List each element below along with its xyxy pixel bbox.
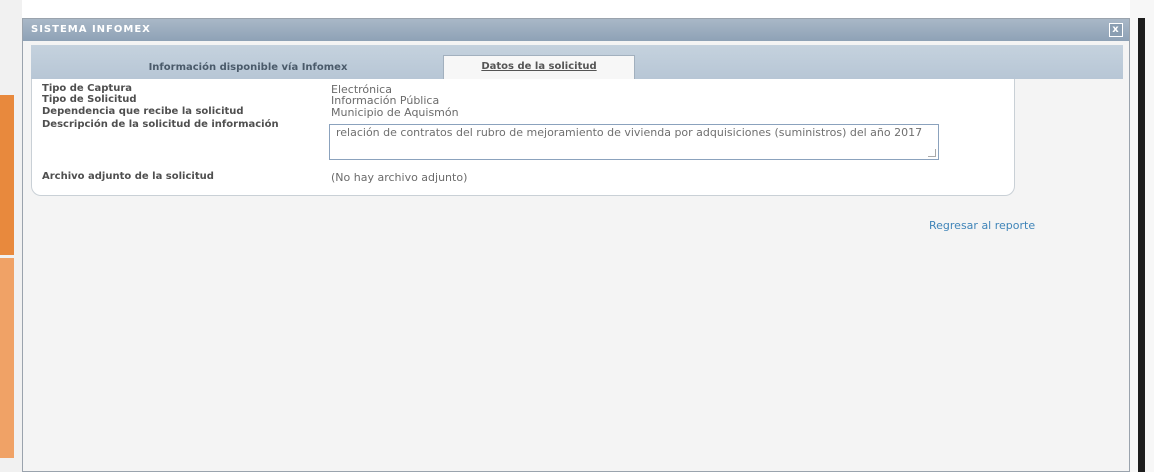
background-page-right-edge bbox=[1130, 0, 1154, 472]
resize-grip-icon[interactable] bbox=[928, 149, 936, 157]
close-icon: x bbox=[1112, 24, 1120, 35]
tab-bar: Información disponible vía Infomex Datos… bbox=[31, 45, 1123, 79]
close-button[interactable]: x bbox=[1109, 23, 1123, 37]
field-label-descripcion: Descripción de la solicitud de informaci… bbox=[42, 119, 279, 130]
field-value-archivo: (No hay archivo adjunto) bbox=[331, 171, 468, 184]
dialog-title: SISTEMA INFOMEX bbox=[31, 24, 151, 35]
tab-datos-solicitud[interactable]: Datos de la solicitud bbox=[443, 55, 635, 79]
infomex-dialog: SISTEMA INFOMEX x Información disponible… bbox=[22, 18, 1130, 472]
field-label-dependencia: Dependencia que recibe la solicitud bbox=[42, 106, 244, 117]
field-label-tipo-captura: Tipo de Captura bbox=[42, 83, 133, 94]
back-to-report-link[interactable]: Regresar al reporte bbox=[929, 219, 1035, 232]
dialog-titlebar: SISTEMA INFOMEX x bbox=[23, 19, 1129, 41]
description-textarea[interactable]: relación de contratos del rubro de mejor… bbox=[329, 124, 939, 160]
field-value-dependencia: Municipio de Aquismón bbox=[331, 106, 459, 119]
background-window-border bbox=[1138, 18, 1145, 472]
field-label-archivo: Archivo adjunto de la solicitud bbox=[42, 171, 214, 182]
background-sidebar-accent bbox=[0, 95, 14, 255]
description-text: relación de contratos del rubro de mejor… bbox=[336, 126, 923, 139]
request-details-panel: Tipo de Captura Electrónica Tipo de Soli… bbox=[31, 79, 1015, 196]
background-page-left-edge bbox=[0, 0, 22, 472]
field-label-tipo-solicitud: Tipo de Solicitud bbox=[42, 94, 137, 105]
tab-informacion-disponible[interactable]: Información disponible vía Infomex bbox=[143, 57, 353, 79]
background-sidebar-accent-lower bbox=[0, 258, 14, 458]
